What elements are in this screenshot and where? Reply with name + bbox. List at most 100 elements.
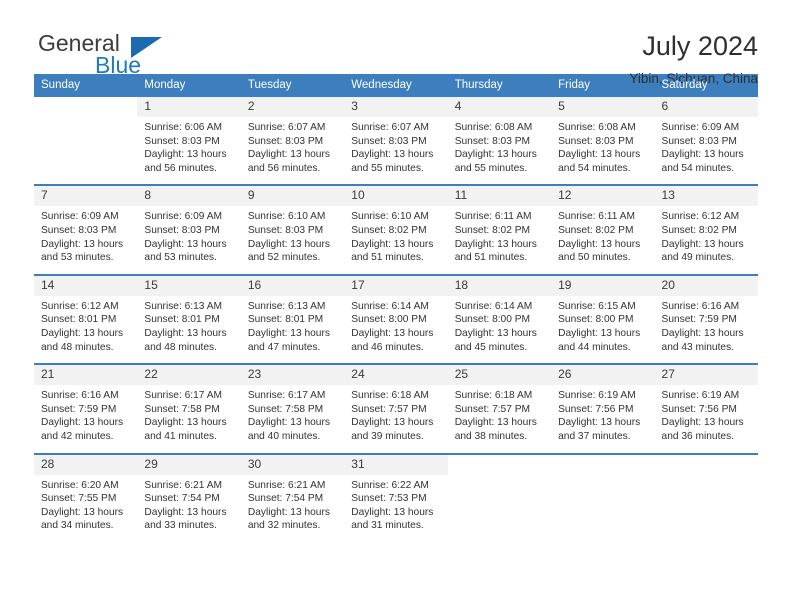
calendar-day-cell[interactable]: 19 Sunrise: 6:15 AM Sunset: 8:00 PM Dayligh…: [551, 273, 655, 365]
calendar-day-cell[interactable]: 30 Sunrise: 6:21 AM Sunset: 7:54 PM Dayligh…: [240, 452, 345, 542]
calendar-day-cell[interactable]: 6 Sunrise: 6:09 AM Sunset: 8:03 PM Daylight…: [654, 97, 758, 185]
calendar-day-cell[interactable]: 16 Sunrise: 6:13 AM Sunset: 8:01 PM Dayligh…: [240, 273, 345, 365]
calendar-day-cell[interactable]: 21 Sunrise: 6:16 AM Sunset: 7:59 PM Dayligh…: [34, 363, 138, 454]
calendar-day-cell[interactable]: 10 Sunrise: 6:10 AM Sunset: 8:02 PM Dayligh…: [344, 184, 448, 275]
day-number: 7: [34, 186, 138, 207]
calendar-day-cell[interactable]: 5 Sunrise: 6:08 AM Sunset: 8:03 PM Daylight…: [551, 97, 655, 185]
calendar-day-cell[interactable]: 23 Sunrise: 6:17 AM Sunset: 7:58 PM Dayligh…: [240, 363, 345, 454]
day-details: Sunrise: 6:22 AM Sunset: 7:53 PM Daylight:…: [344, 475, 447, 542]
day-details: Sunrise: 6:14 AM Sunset: 8:00 PM Daylight:…: [344, 296, 447, 363]
sunrise-time: Sunrise: 6:13 AM: [247, 300, 326, 312]
calendar-day-cell[interactable]: 8 Sunrise: 6:09 AM Sunset: 8:03 PM Daylight…: [137, 184, 241, 275]
sunset-time: Sunset: 8:02 PM: [454, 224, 531, 236]
day-number: 3: [344, 97, 448, 117]
calendar-day-cell[interactable]: 12 Sunrise: 6:11 AM Sunset: 8:02 PM Dayligh…: [551, 184, 655, 275]
daylight-duration: Daylight: 13 hours and 45 minutes.: [454, 327, 537, 353]
day-number: 1: [137, 97, 241, 117]
day-details: Sunrise: 6:09 AM Sunset: 8:03 PM Daylight:…: [655, 117, 758, 184]
sunrise-time: Sunrise: 6:09 AM: [144, 211, 223, 223]
day-details: Sunrise: 6:13 AM Sunset: 8:01 PM Daylight:…: [137, 296, 240, 363]
daylight-duration: Daylight: 13 hours and 49 minutes.: [661, 238, 744, 264]
sunset-time: Sunset: 8:03 PM: [454, 135, 531, 147]
calendar-day-cell[interactable]: 13 Sunrise: 6:12 AM Sunset: 8:02 PM Dayligh…: [654, 184, 758, 275]
sunrise-time: Sunrise: 6:09 AM: [661, 122, 740, 133]
sunrise-time: Sunrise: 6:15 AM: [558, 300, 636, 312]
sunrise-time: Sunrise: 6:17 AM: [144, 390, 223, 402]
sunrise-time: Sunrise: 6:08 AM: [558, 122, 636, 133]
day-number: [447, 454, 552, 475]
sunrise-sunset-calendar: Sunday Monday Tuesday Wednesday Thursday Frid…: [34, 74, 758, 542]
daylight-duration: Daylight: 13 hours and 55 minutes.: [454, 149, 537, 174]
calendar-day-cell[interactable]: 20 Sunrise: 6:16 AM Sunset: 7:59 PM Dayligh…: [654, 273, 758, 365]
day-number: 10: [344, 186, 448, 207]
day-number: 6: [654, 97, 758, 117]
weekday-header-thursday: Thursday: [447, 74, 552, 97]
day-number: 28: [34, 454, 138, 475]
calendar-day-cell[interactable]: 17 Sunrise: 6:14 AM Sunset: 8:00 PM Dayligh…: [344, 273, 448, 365]
calendar-day-cell[interactable]: 31 Sunrise: 6:22 AM Sunset: 7:53 PM Dayligh…: [344, 452, 448, 542]
calendar-day-cell[interactable]: 7 Sunrise: 6:09 AM Sunset: 8:03 PM Daylight…: [34, 184, 138, 275]
daylight-duration: Daylight: 13 hours and 46 minutes.: [351, 327, 434, 353]
day-number: 29: [137, 454, 241, 475]
sunset-time: Sunset: 8:03 PM: [144, 135, 220, 147]
sunrise-time: Sunrise: 6:19 AM: [661, 390, 740, 402]
day-number: 13: [654, 186, 758, 207]
calendar-day-cell[interactable]: 11 Sunrise: 6:11 AM Sunset: 8:02 PM Dayligh…: [447, 184, 552, 275]
sunrise-time: Sunrise: 6:20 AM: [41, 479, 119, 491]
calendar-day-cell[interactable]: 14 Sunrise: 6:12 AM Sunset: 8:01 PM Dayligh…: [34, 273, 138, 365]
calendar-week-row: 14 Sunrise: 6:12 AM Sunset: 8:01 PM Dayligh…: [34, 273, 758, 365]
calendar-day-cell[interactable]: 26 Sunrise: 6:19 AM Sunset: 7:56 PM Dayligh…: [551, 363, 655, 454]
calendar-day-cell[interactable]: 3 Sunrise: 6:07 AM Sunset: 8:03 PM Daylight…: [344, 97, 448, 185]
day-number: 8: [137, 186, 241, 207]
daylight-duration: Daylight: 13 hours and 51 minutes.: [351, 238, 434, 264]
daylight-duration: Daylight: 13 hours and 48 minutes.: [41, 327, 124, 353]
day-number: 2: [240, 97, 345, 117]
sunrise-time: Sunrise: 6:19 AM: [558, 390, 636, 402]
calendar-day-cell[interactable]: 1 Sunrise: 6:06 AM Sunset: 8:03 PM Daylight…: [137, 97, 241, 185]
general-blue-logo[interactable]: General Blue: [34, 30, 204, 80]
calendar-day-cell[interactable]: 27 Sunrise: 6:19 AM Sunset: 7:56 PM Dayligh…: [654, 363, 758, 454]
calendar-week-row: 28 Sunrise: 6:20 AM Sunset: 7:55 PM Dayligh…: [34, 452, 758, 542]
sunset-time: Sunset: 8:03 PM: [247, 224, 324, 236]
day-details: [551, 475, 654, 537]
sunrise-time: Sunrise: 6:18 AM: [454, 390, 533, 402]
calendar-day-cell[interactable]: 28 Sunrise: 6:20 AM Sunset: 7:55 PM Dayligh…: [34, 452, 138, 542]
day-number: 20: [654, 275, 758, 296]
sunrise-time: Sunrise: 6:16 AM: [661, 300, 740, 312]
day-details: Sunrise: 6:20 AM Sunset: 7:55 PM Daylight:…: [34, 475, 137, 542]
daylight-duration: Daylight: 13 hours and 53 minutes.: [144, 238, 227, 264]
sunrise-time: Sunrise: 6:07 AM: [247, 122, 326, 133]
calendar-day-cell[interactable]: 4 Sunrise: 6:08 AM Sunset: 8:03 PM Daylight…: [447, 97, 552, 185]
day-details: Sunrise: 6:16 AM Sunset: 7:59 PM Daylight:…: [34, 385, 137, 452]
sunset-time: Sunset: 8:02 PM: [661, 224, 737, 236]
calendar-week-row: 1 Sunrise: 6:06 AM Sunset: 8:03 PM Daylight…: [34, 97, 758, 185]
calendar-day-cell[interactable]: 18 Sunrise: 6:14 AM Sunset: 8:00 PM Dayligh…: [447, 273, 552, 365]
daylight-duration: Daylight: 13 hours and 40 minutes.: [247, 417, 330, 442]
sunset-time: Sunset: 7:58 PM: [144, 403, 220, 415]
daylight-duration: Daylight: 13 hours and 41 minutes.: [144, 417, 227, 442]
day-number: 31: [344, 454, 448, 475]
day-number: 27: [654, 365, 758, 386]
calendar-cell-empty: [654, 452, 758, 542]
calendar-day-cell[interactable]: 2 Sunrise: 6:07 AM Sunset: 8:03 PM Daylight…: [240, 97, 345, 185]
sunrise-time: Sunrise: 6:11 AM: [558, 211, 635, 223]
calendar-day-cell[interactable]: 9 Sunrise: 6:10 AM Sunset: 8:03 PM Daylight…: [240, 184, 345, 275]
daylight-duration: Daylight: 13 hours and 53 minutes.: [41, 238, 124, 264]
day-number: 22: [137, 365, 241, 386]
day-number: 21: [34, 365, 138, 386]
day-number: 26: [551, 365, 655, 386]
calendar-day-cell[interactable]: 22 Sunrise: 6:17 AM Sunset: 7:58 PM Dayligh…: [137, 363, 241, 454]
daylight-duration: Daylight: 13 hours and 48 minutes.: [144, 327, 227, 353]
calendar-day-cell[interactable]: 15 Sunrise: 6:13 AM Sunset: 8:01 PM Dayligh…: [137, 273, 241, 365]
calendar-day-cell[interactable]: 24 Sunrise: 6:18 AM Sunset: 7:57 PM Dayligh…: [344, 363, 448, 454]
daylight-duration: Daylight: 13 hours and 50 minutes.: [558, 238, 641, 264]
day-number: 19: [551, 275, 655, 296]
day-details: Sunrise: 6:14 AM Sunset: 8:00 PM Daylight:…: [448, 296, 551, 363]
day-number: 18: [447, 275, 552, 296]
sunrise-time: Sunrise: 6:10 AM: [351, 211, 429, 223]
day-details: Sunrise: 6:11 AM Sunset: 8:02 PM Daylight:…: [551, 206, 654, 273]
daylight-duration: Daylight: 13 hours and 38 minutes.: [454, 417, 537, 442]
sunset-time: Sunset: 7:56 PM: [558, 403, 634, 415]
calendar-day-cell[interactable]: 25 Sunrise: 6:18 AM Sunset: 7:57 PM Dayligh…: [447, 363, 552, 454]
calendar-day-cell[interactable]: 29 Sunrise: 6:21 AM Sunset: 7:54 PM Dayligh…: [137, 452, 241, 542]
